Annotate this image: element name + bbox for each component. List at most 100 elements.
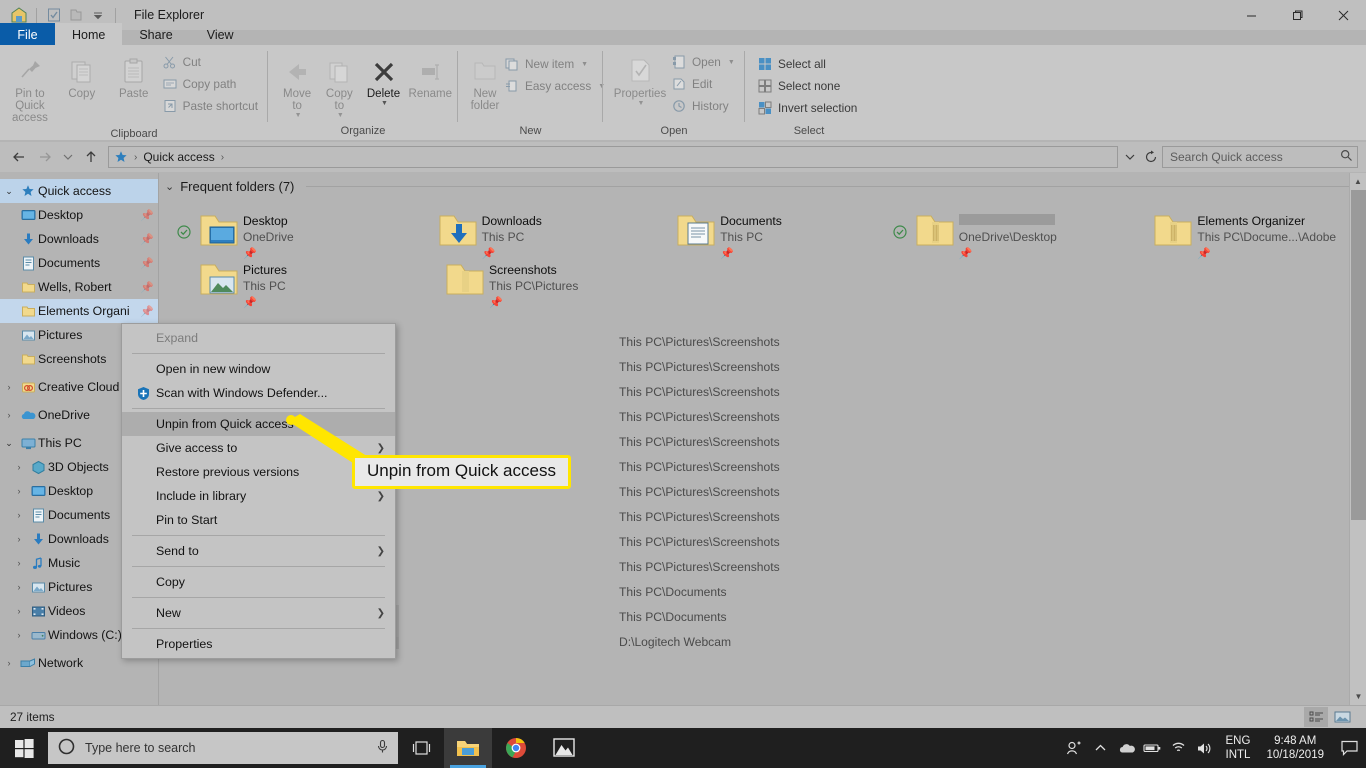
refresh-button[interactable] bbox=[1140, 144, 1162, 170]
open-button[interactable]: Open ▼ bbox=[669, 51, 741, 73]
rename-button[interactable]: Rename bbox=[407, 49, 454, 103]
tab-home[interactable]: Home bbox=[55, 23, 123, 46]
invert-selection-button[interactable]: Invert selection bbox=[755, 97, 863, 119]
scroll-up-arrow-icon[interactable]: ▲ bbox=[1350, 173, 1366, 190]
menu-item-scan-with-defender[interactable]: Scan with Windows Defender... bbox=[122, 381, 395, 405]
scrollbar-thumb[interactable] bbox=[1351, 190, 1366, 520]
breadcrumb-quick-access[interactable]: Quick access bbox=[140, 150, 217, 164]
folder-item-elements-organizer[interactable]: Elements Organizer This PC\Docume...\Ado… bbox=[1127, 205, 1366, 260]
onedrive-tray-icon[interactable] bbox=[1114, 728, 1140, 768]
downloads-icon bbox=[18, 232, 38, 247]
history-button[interactable]: History bbox=[669, 95, 741, 117]
chevron-right-icon[interactable]: › bbox=[10, 534, 28, 544]
large-icons-view-icon[interactable] bbox=[1330, 707, 1354, 727]
chrome-taskbar-icon[interactable] bbox=[492, 728, 540, 768]
menu-item-properties[interactable]: Properties bbox=[122, 632, 395, 656]
address-input[interactable]: › Quick access › bbox=[108, 146, 1118, 168]
chevron-right-icon[interactable]: › bbox=[0, 382, 18, 392]
folder-item-screenshots[interactable]: Screenshots This PC\Pictures 📌 bbox=[419, 254, 665, 309]
tab-share[interactable]: Share bbox=[122, 23, 189, 46]
tab-view[interactable]: View bbox=[190, 23, 251, 46]
paste-shortcut-button[interactable]: Paste shortcut bbox=[160, 95, 264, 117]
chevron-right-icon[interactable]: › bbox=[0, 658, 18, 668]
select-none-button[interactable]: Select none bbox=[755, 75, 863, 97]
copy-button[interactable]: Copy bbox=[56, 49, 108, 103]
paste-button[interactable]: Paste bbox=[108, 49, 160, 103]
new-folder-button[interactable]: New folder bbox=[468, 49, 502, 115]
sidebar-item-elements-organizer[interactable]: Elements Organi 📌 bbox=[0, 299, 158, 323]
chevron-right-icon[interactable]: › bbox=[10, 486, 28, 496]
properties-button[interactable]: Properties ▼ bbox=[611, 49, 669, 110]
sidebar-item-downloads[interactable]: Downloads 📌 bbox=[0, 227, 158, 251]
microphone-icon[interactable] bbox=[375, 739, 390, 757]
folder-item-pictures[interactable]: Pictures This PC 📌 bbox=[173, 254, 419, 309]
chevron-right-icon[interactable]: › bbox=[10, 558, 28, 568]
menu-item-send-to[interactable]: Send to ❯ bbox=[122, 539, 395, 563]
menu-item-expand[interactable]: Expand bbox=[122, 326, 395, 350]
chevron-right-icon[interactable]: › bbox=[0, 410, 18, 420]
sidebar-item-desktop[interactable]: Desktop 📌 bbox=[0, 203, 158, 227]
chevron-right-icon[interactable]: › bbox=[10, 582, 28, 592]
copy-path-button[interactable]: Copy path bbox=[160, 73, 264, 95]
frequent-folders-header[interactable]: ⌄ Frequent folders (7) bbox=[159, 173, 1366, 199]
people-icon[interactable] bbox=[1062, 728, 1088, 768]
move-to-button[interactable]: Move to ▼ bbox=[276, 49, 318, 122]
menu-item-pin-to-start[interactable]: Pin to Start bbox=[122, 508, 395, 532]
folder-item-redacted[interactable]: OneDrive\Desktop 📌 bbox=[889, 205, 1128, 260]
show-hidden-icons-icon[interactable] bbox=[1088, 728, 1114, 768]
forward-button[interactable] bbox=[32, 144, 58, 170]
folder-item-downloads[interactable]: Downloads This PC 📌 bbox=[412, 205, 651, 260]
chevron-right-icon[interactable]: › bbox=[10, 630, 28, 640]
copy-to-label: Copy to bbox=[325, 88, 353, 112]
menu-item-open-in-new-window[interactable]: Open in new window bbox=[122, 357, 395, 381]
language-indicator[interactable]: ENG INTL bbox=[1218, 734, 1259, 762]
vertical-scrollbar[interactable]: ▲ ▼ bbox=[1349, 173, 1366, 705]
breadcrumb-sep-2[interactable]: › bbox=[218, 152, 227, 163]
up-button[interactable] bbox=[78, 144, 104, 170]
menu-label: Include in library bbox=[156, 489, 247, 503]
battery-icon[interactable] bbox=[1140, 728, 1166, 768]
chevron-right-icon[interactable]: › bbox=[10, 462, 28, 472]
file-path: This PC\Pictures\Screenshots bbox=[619, 409, 780, 424]
sidebar-item-documents[interactable]: Documents 📌 bbox=[0, 251, 158, 275]
chevron-down-icon[interactable]: ⌄ bbox=[165, 180, 174, 193]
start-button[interactable] bbox=[0, 728, 48, 768]
easy-access-button[interactable]: Easy access ▼ bbox=[502, 75, 611, 97]
folder-item-desktop[interactable]: Desktop OneDrive 📌 bbox=[173, 205, 412, 260]
details-view-icon[interactable] bbox=[1304, 707, 1328, 727]
cortana-circle-icon bbox=[58, 738, 75, 758]
delete-button[interactable]: Delete ▼ bbox=[360, 49, 406, 110]
sidebar-item-quick-access[interactable]: ⌄ Quick access bbox=[0, 179, 158, 203]
folder-item-documents[interactable]: Documents This PC 📌 bbox=[650, 205, 889, 260]
edit-button[interactable]: Edit bbox=[669, 73, 741, 95]
sidebar-item-wells-robert[interactable]: Wells, Robert 📌 bbox=[0, 275, 158, 299]
chevron-right-icon[interactable]: › bbox=[10, 510, 28, 520]
context-menu: Expand Open in new window Scan with Wind… bbox=[121, 323, 396, 659]
tab-file[interactable]: File bbox=[0, 23, 55, 46]
taskbar-search-input[interactable]: Type here to search bbox=[48, 732, 398, 764]
chevron-right-icon[interactable]: › bbox=[10, 606, 28, 616]
clock[interactable]: 9:48 AM 10/18/2019 bbox=[1258, 734, 1332, 762]
chevron-down-icon[interactable]: ⌄ bbox=[0, 186, 18, 197]
pin-to-quick-access-button[interactable]: Pin to Quick access bbox=[4, 49, 56, 127]
copy-to-button[interactable]: Copy to ▼ bbox=[318, 49, 360, 122]
new-item-button[interactable]: New item ▼ bbox=[502, 53, 611, 75]
cut-button[interactable]: Cut bbox=[160, 51, 264, 73]
wifi-icon[interactable] bbox=[1166, 728, 1192, 768]
action-center-icon[interactable] bbox=[1332, 728, 1366, 768]
address-dropdown-button[interactable] bbox=[1120, 144, 1140, 170]
volume-icon[interactable] bbox=[1192, 728, 1218, 768]
select-all-button[interactable]: Select all bbox=[755, 53, 863, 75]
photos-taskbar-icon[interactable] bbox=[540, 728, 588, 768]
item-count: 27 items bbox=[10, 710, 55, 724]
menu-item-copy[interactable]: Copy bbox=[122, 570, 395, 594]
chevron-down-icon[interactable]: ⌄ bbox=[0, 438, 18, 449]
file-explorer-taskbar-icon[interactable] bbox=[444, 728, 492, 768]
back-button[interactable] bbox=[6, 144, 32, 170]
menu-item-unpin-from-quick-access[interactable]: Unpin from Quick access bbox=[122, 412, 395, 436]
scroll-down-arrow-icon[interactable]: ▼ bbox=[1350, 688, 1366, 705]
recent-locations-button[interactable] bbox=[58, 144, 78, 170]
menu-item-new[interactable]: New ❯ bbox=[122, 601, 395, 625]
search-input[interactable]: Search Quick access bbox=[1162, 146, 1358, 168]
task-view-button[interactable] bbox=[398, 728, 444, 768]
